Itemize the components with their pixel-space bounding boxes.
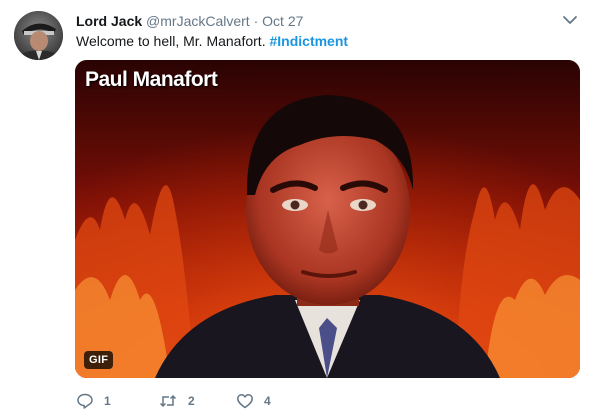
tweet-text-body: Welcome to hell, Mr. Manafort.: [76, 33, 270, 49]
gif-media[interactable]: Paul Manafort GIF: [75, 60, 580, 378]
heart-icon: [237, 394, 253, 409]
reply-button[interactable]: 1: [76, 392, 111, 410]
author-name[interactable]: Lord Jack: [76, 13, 142, 29]
hashtag-link[interactable]: #Indictment: [269, 33, 348, 49]
tweet-timestamp[interactable]: Oct 27: [262, 13, 303, 29]
author-handle[interactable]: @mrJackCalvert: [146, 13, 250, 29]
tweet-menu-button[interactable]: [560, 10, 580, 30]
gif-caption: Paul Manafort: [85, 68, 218, 91]
gif-image: [75, 60, 580, 378]
reply-icon: [77, 393, 93, 409]
tweet-header: Lord Jack @mrJackCalvert · Oct 27: [76, 12, 303, 30]
like-button[interactable]: 4: [236, 392, 271, 410]
retweet-button[interactable]: 2: [158, 392, 195, 410]
tweet-card[interactable]: Lord Jack @mrJackCalvert · Oct 27 Welcom…: [0, 0, 594, 420]
reply-count: 1: [104, 394, 111, 408]
retweet-icon: [159, 394, 177, 408]
user-avatar[interactable]: [14, 11, 63, 60]
retweet-count: 2: [188, 394, 195, 408]
tweet-text: Welcome to hell, Mr. Manafort. #Indictme…: [76, 32, 348, 50]
separator-dot: ·: [253, 13, 259, 29]
gif-badge: GIF: [84, 351, 114, 369]
avatar-image: [14, 11, 63, 60]
chevron-down-icon: [563, 16, 577, 24]
like-count: 4: [264, 394, 271, 408]
